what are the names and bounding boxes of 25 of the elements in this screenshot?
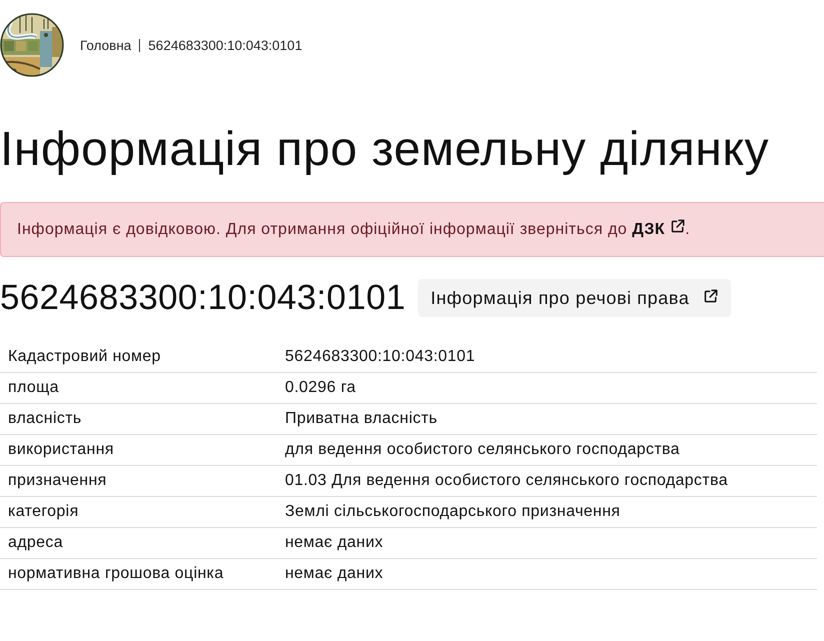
table-cell: для ведення особистого селянського господарства xyxy=(277,434,817,466)
property-rights-button[interactable]: Інформація про речові права xyxy=(418,279,732,317)
table-cell: власність xyxy=(0,404,277,434)
table-cell: призначення xyxy=(0,466,277,496)
page-title: Інформація про земельну ділянку xyxy=(0,122,770,178)
table-cell: 5624683300:10:043:0101 xyxy=(277,342,817,372)
table-cell: немає даних xyxy=(277,528,817,558)
dzk-link[interactable]: ДЗК xyxy=(632,218,686,241)
breadcrumb-current: 5624683300:10:043:0101 xyxy=(148,38,302,52)
table-cell: адреса xyxy=(0,528,277,558)
external-link-icon xyxy=(703,288,718,304)
table-cell: Кадастровий номер xyxy=(0,342,277,372)
table-cell: використання xyxy=(0,434,277,466)
table-cell: Землі сільськогосподарського призначення xyxy=(277,496,817,528)
table-cell: 01.03 Для ведення особистого селянського господарства xyxy=(277,466,817,496)
alert-text: Інформація є довідковою. Для отримання офіційної інформації зверніться до ДЗК . xyxy=(17,218,808,241)
table-cell: 0.0296 га xyxy=(277,372,817,404)
table-cell: категорія xyxy=(0,496,277,528)
table-cell: Приватна власність xyxy=(277,404,817,434)
external-link-icon xyxy=(670,219,686,234)
table-cell: нормативна грошова оцінка xyxy=(0,558,277,590)
table-cell: площа xyxy=(0,372,277,404)
table-cell: немає даних xyxy=(277,558,817,590)
parcel-number-heading: 5624683300:10:043:0101 xyxy=(0,277,406,319)
home-link[interactable]: Головна xyxy=(80,38,132,52)
